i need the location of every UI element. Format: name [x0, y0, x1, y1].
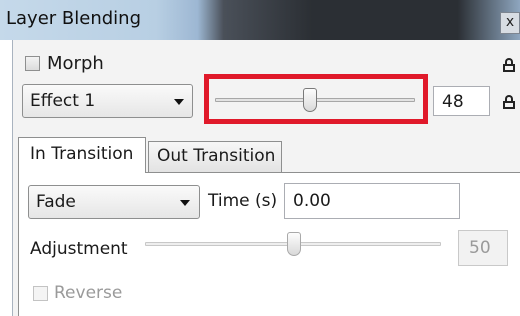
highlight-box [204, 74, 428, 124]
transition-type-value: Fade [36, 192, 76, 212]
adjustment-slider-thumb[interactable] [287, 232, 301, 256]
effect-dropdown[interactable]: Effect 1 [22, 84, 193, 118]
effect-dropdown-value: Effect 1 [30, 91, 96, 111]
close-icon: x [505, 14, 515, 30]
tab-out-transition-label: Out Transition [157, 146, 276, 166]
tab-in-transition-label: In Transition [30, 144, 134, 164]
close-button[interactable]: x [500, 12, 520, 34]
morph-label: Morph [47, 53, 104, 74]
time-label: Time (s) [208, 191, 278, 211]
chevron-down-icon [180, 200, 190, 206]
time-value: 0.00 [293, 191, 331, 211]
morph-lock-icon[interactable] [503, 58, 515, 72]
reverse-label: Reverse [54, 283, 123, 303]
window-title: Layer Blending [6, 8, 141, 29]
reverse-checkbox[interactable] [33, 286, 48, 301]
adjustment-label: Adjustment [30, 239, 128, 259]
time-input[interactable]: 0.00 [284, 183, 460, 219]
tab-in-transition[interactable]: In Transition [18, 137, 146, 173]
effect-value-field[interactable]: 48 [433, 86, 490, 116]
adjustment-value-field[interactable]: 50 [458, 230, 508, 266]
title-bar[interactable]: Layer Blending x [0, 0, 520, 40]
chevron-down-icon [174, 99, 184, 105]
effect-value-text: 48 [442, 92, 464, 112]
transition-type-dropdown[interactable]: Fade [28, 185, 200, 219]
effect-lock-icon[interactable] [503, 95, 515, 109]
tab-out-transition[interactable]: Out Transition [148, 141, 282, 172]
morph-checkbox[interactable] [25, 56, 40, 71]
adjustment-value-text: 50 [469, 238, 491, 258]
